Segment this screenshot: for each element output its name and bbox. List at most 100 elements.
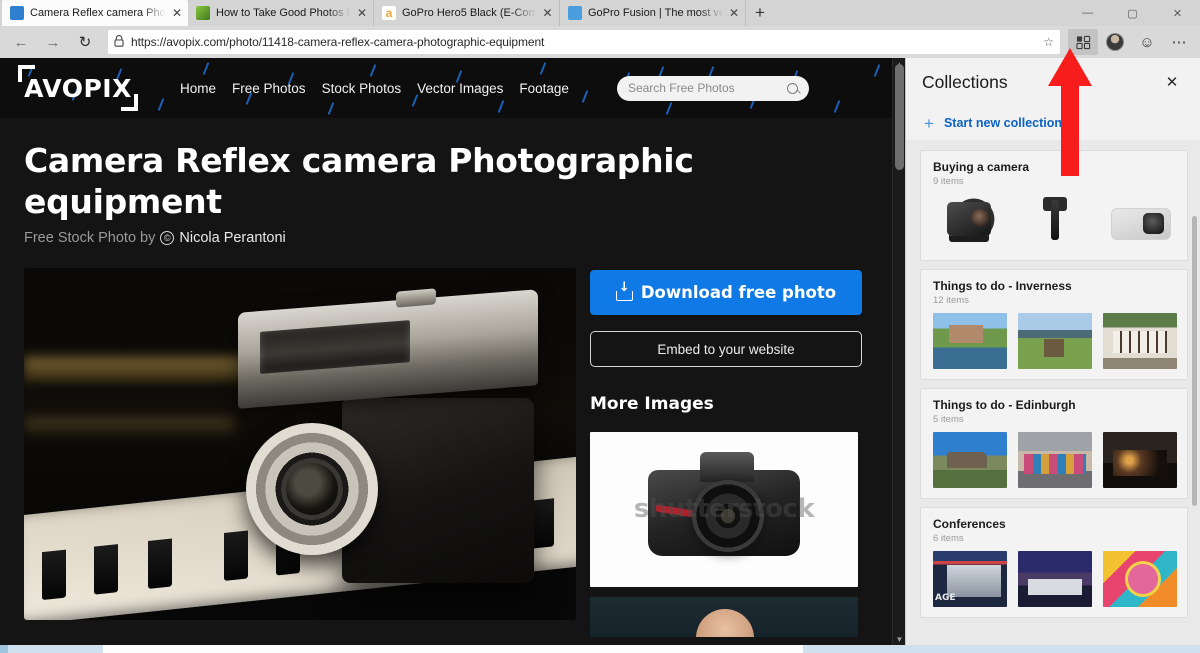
address-bar[interactable]: https://avopix.com/photo/11418-camera-re… bbox=[108, 30, 1060, 54]
collections-title: Collections bbox=[922, 71, 1008, 92]
page-body: Camera Reflex camera Photographic equipm… bbox=[0, 118, 905, 637]
close-window-button[interactable]: ✕ bbox=[1155, 0, 1200, 26]
search-icon[interactable] bbox=[786, 82, 798, 94]
nav-item-footage[interactable]: Footage bbox=[519, 81, 569, 96]
taskbar-tray[interactable] bbox=[803, 645, 1200, 653]
embed-to-website-button[interactable]: Embed to your website bbox=[590, 331, 862, 367]
profile-avatar[interactable] bbox=[1100, 29, 1130, 55]
shutterstock-watermark: shutterstock bbox=[633, 494, 815, 524]
collection-name: Things to do - Inverness bbox=[933, 279, 1072, 293]
scroll-down-arrow[interactable]: ▼ bbox=[893, 633, 905, 645]
tab-title: GoPro Hero5 Black (E-Commerce) bbox=[402, 7, 536, 19]
collection-item-count: 12 items bbox=[933, 295, 969, 306]
byline: Free Stock Photo by © Nicola Perantoni bbox=[24, 230, 881, 246]
collection-item-count: 6 items bbox=[933, 533, 964, 544]
settings-ellipsis-icon[interactable]: ⋯ bbox=[1164, 29, 1194, 55]
lock-icon bbox=[114, 34, 124, 50]
download-icon bbox=[615, 281, 633, 301]
author-name[interactable]: Nicola Perantoni bbox=[179, 230, 285, 246]
collection-card[interactable]: Conferences 6 items bbox=[920, 507, 1188, 618]
collection-card[interactable]: Things to do - Edinburgh 5 items bbox=[920, 388, 1188, 499]
tab-close-icon[interactable]: ✕ bbox=[729, 7, 739, 19]
nav-item-vector-images[interactable]: Vector Images bbox=[417, 81, 503, 96]
taskbar-active-window[interactable] bbox=[103, 645, 803, 653]
url-text: https://avopix.com/photo/11418-camera-re… bbox=[131, 35, 545, 49]
nav-item-home[interactable]: Home bbox=[180, 81, 216, 96]
hero-wood-blur-2 bbox=[24, 418, 234, 432]
maximize-button[interactable]: ▢ bbox=[1110, 0, 1155, 26]
collection-name: Conferences bbox=[933, 517, 1006, 531]
collection-thumbnail[interactable] bbox=[933, 551, 1007, 607]
collections-scrollbar[interactable] bbox=[1192, 158, 1199, 645]
collections-scrollbar-thumb[interactable] bbox=[1192, 216, 1197, 506]
taskbar-search-box[interactable] bbox=[8, 645, 103, 653]
close-collections-icon[interactable]: ✕ bbox=[1160, 73, 1184, 91]
collection-thumbnail[interactable] bbox=[1018, 432, 1092, 488]
tab-close-icon[interactable]: ✕ bbox=[172, 7, 182, 19]
tab-close-icon[interactable]: ✕ bbox=[357, 7, 367, 19]
browser-viewport: AVOPIX Home Free Photos Stock Photos Vec… bbox=[0, 58, 1200, 645]
windows-taskbar[interactable] bbox=[0, 645, 1200, 653]
browser-tab-1[interactable]: How to Take Good Photos Using Your Phone… bbox=[188, 0, 374, 26]
reload-icon[interactable]: ↻ bbox=[70, 29, 100, 55]
site-header: AVOPIX Home Free Photos Stock Photos Vec… bbox=[0, 58, 905, 118]
collection-thumbnail[interactable] bbox=[1103, 313, 1177, 369]
avopix-webpage: AVOPIX Home Free Photos Stock Photos Vec… bbox=[0, 58, 905, 645]
browser-tab-2[interactable]: a GoPro Hero5 Black (E-Commerce) ✕ bbox=[374, 0, 560, 26]
tab-close-icon[interactable]: ✕ bbox=[542, 7, 553, 19]
camera-lens bbox=[246, 423, 378, 555]
feedback-smiley-icon[interactable]: ☺ bbox=[1132, 29, 1162, 55]
collection-thumbnail[interactable] bbox=[1018, 551, 1092, 607]
collection-card[interactable]: Buying a camera 9 items bbox=[920, 150, 1188, 261]
more-image-thumbnail-2[interactable] bbox=[590, 597, 858, 637]
browser-tab-3[interactable]: GoPro Fusion | The most versatile camera… bbox=[560, 0, 746, 26]
more-image-thumbnail-1[interactable]: shutterstock bbox=[590, 432, 858, 587]
start-new-collection-label: Start new collection bbox=[943, 116, 1063, 130]
collection-thumbnail[interactable] bbox=[1103, 194, 1177, 250]
taskbar-start-edge bbox=[0, 645, 8, 653]
nav-item-free-photos[interactable]: Free Photos bbox=[232, 81, 306, 96]
collection-thumbnail[interactable] bbox=[1018, 313, 1092, 369]
collection-thumbnail[interactable] bbox=[933, 313, 1007, 369]
page-scrollbar-thumb[interactable] bbox=[895, 64, 904, 170]
collection-item-count: 5 items bbox=[933, 414, 964, 425]
start-new-collection-button[interactable]: + Start new collection bbox=[906, 106, 1200, 140]
collections-icon[interactable] bbox=[1068, 29, 1098, 55]
portrait-thumbnail-face bbox=[696, 609, 754, 637]
download-button-label: Download free photo bbox=[640, 283, 837, 302]
collection-thumbnail[interactable] bbox=[1103, 551, 1177, 607]
avatar bbox=[1106, 33, 1124, 51]
collection-thumbnail[interactable] bbox=[933, 194, 1007, 250]
back-icon[interactable]: ← bbox=[6, 29, 36, 55]
collection-name: Buying a camera bbox=[933, 160, 1030, 174]
hero-wood-blur bbox=[24, 356, 254, 382]
byline-prefix: Free Stock Photo by bbox=[24, 230, 156, 246]
tab-favicon bbox=[196, 6, 210, 20]
tab-title: GoPro Fusion | The most versatile camera bbox=[588, 7, 723, 19]
forward-icon[interactable]: → bbox=[38, 29, 68, 55]
browser-toolbar: ← → ↻ https://avopix.com/photo/11418-cam… bbox=[0, 26, 1200, 58]
hero-photo[interactable] bbox=[24, 268, 576, 620]
browser-tab-0[interactable]: Camera Reflex camera Photographic equipm… bbox=[2, 0, 188, 26]
page-scrollbar[interactable]: ▲ ▼ bbox=[892, 58, 905, 645]
bookmark-star-icon[interactable]: ☆ bbox=[1043, 35, 1054, 49]
copyright-icon: © bbox=[160, 231, 175, 245]
photo-actions-column: Download free photo Embed to your websit… bbox=[590, 268, 862, 637]
tab-title: Camera Reflex camera Photographic equipm… bbox=[30, 7, 166, 19]
plus-icon: + bbox=[924, 113, 934, 133]
download-free-photo-button[interactable]: Download free photo bbox=[590, 270, 862, 315]
content-row: Download free photo Embed to your websit… bbox=[24, 268, 881, 637]
site-search[interactable] bbox=[616, 75, 809, 101]
nav-item-stock-photos[interactable]: Stock Photos bbox=[322, 81, 402, 96]
collection-thumbnail[interactable] bbox=[933, 432, 1007, 488]
collection-card[interactable]: Things to do - Inverness 12 items bbox=[920, 269, 1188, 380]
window-controls: — ▢ ✕ bbox=[1065, 0, 1200, 26]
collections-header: Collections ✕ bbox=[906, 58, 1200, 106]
site-logo[interactable]: AVOPIX bbox=[18, 65, 138, 111]
search-input[interactable] bbox=[627, 81, 778, 95]
collections-list: Buying a camera 9 items Things to do - I… bbox=[906, 140, 1200, 645]
collection-thumbnail[interactable] bbox=[1103, 432, 1177, 488]
new-tab-button[interactable]: + bbox=[746, 0, 774, 26]
minimize-button[interactable]: — bbox=[1065, 0, 1110, 26]
collection-thumbnail[interactable] bbox=[1018, 194, 1092, 250]
